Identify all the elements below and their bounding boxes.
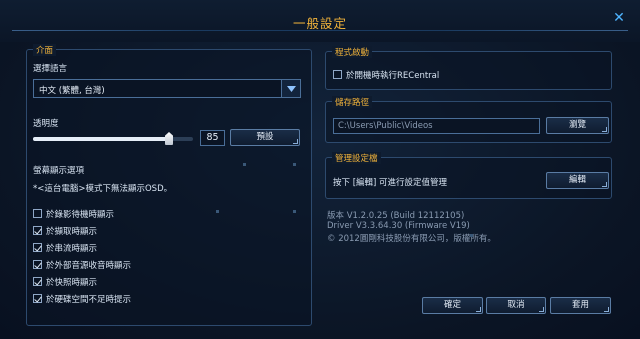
decorative-dot xyxy=(243,163,246,166)
decorative-dot xyxy=(470,234,473,237)
language-select-value: 中文 (繁體, 台灣) xyxy=(39,86,105,96)
transparency-label: 透明度 xyxy=(33,119,59,129)
version-text: 版本 V1.2.0.25 (Build 12112105) xyxy=(327,211,465,221)
osd-note: *<這台電腦>模式下無法顯示OSD。 xyxy=(33,184,173,194)
osd-option-checkbox[interactable] xyxy=(33,277,42,286)
window-title: 一般設定 xyxy=(292,16,347,31)
decorative-dot xyxy=(216,210,219,213)
cancel-button[interactable]: 取消 xyxy=(486,297,546,314)
ok-button[interactable]: 確定 xyxy=(422,297,483,314)
language-label: 選擇語言 xyxy=(33,64,68,74)
osd-option-checkbox[interactable] xyxy=(33,260,42,269)
language-select[interactable]: 中文 (繁體, 台灣) xyxy=(33,79,301,98)
decorative-dot xyxy=(293,210,296,213)
close-icon[interactable]: ✕ xyxy=(612,11,626,25)
edit-button[interactable]: 編輯 xyxy=(546,172,609,189)
osd-option-checkbox[interactable] xyxy=(33,294,42,303)
transparency-value-field[interactable]: 85 xyxy=(200,130,225,146)
chevron-down-icon[interactable] xyxy=(281,80,300,97)
storage-path-field[interactable]: C:\Users\Public\Videos xyxy=(333,118,540,134)
decorative-dot xyxy=(293,163,296,166)
osd-option-checkbox[interactable] xyxy=(33,209,42,218)
run-on-boot-label: 於開機時執行RECentral xyxy=(346,71,440,81)
osd-options-label: 螢幕顯示選項 xyxy=(33,166,85,176)
driver-text: Driver V3.3.64.30 (Firmware V19) xyxy=(327,221,470,231)
browse-button[interactable]: 瀏覽 xyxy=(546,117,609,134)
profiles-section-title: 管理設定檔 xyxy=(332,152,381,164)
osd-option-label: 於擷取時顯示 xyxy=(46,227,98,237)
osd-option-label: 於硬碟空間不足時提示 xyxy=(46,295,132,305)
run-on-boot-checkbox[interactable] xyxy=(333,70,342,79)
osd-option-label: 於串流時顯示 xyxy=(46,244,98,254)
storage-section-title: 儲存路徑 xyxy=(332,96,373,108)
profiles-hint: 按下 [編輯] 可進行設定值管理 xyxy=(333,178,448,188)
osd-option-checkbox[interactable] xyxy=(33,226,42,235)
osd-option-label: 於快照時顯示 xyxy=(46,278,98,288)
title-bar: 一般設定 ✕ xyxy=(0,0,640,42)
startup-section-title: 程式啟動 xyxy=(332,46,373,58)
osd-option-checkbox[interactable] xyxy=(33,243,42,252)
transparency-slider-fill xyxy=(33,137,169,141)
interface-section-title: 介面 xyxy=(33,44,57,56)
apply-button[interactable]: 套用 xyxy=(550,297,611,314)
osd-option-label: 於外部音源收音時顯示 xyxy=(46,261,132,271)
osd-option-label: 於錄影待機時顯示 xyxy=(46,210,115,220)
transparency-slider[interactable] xyxy=(33,132,193,145)
default-button[interactable]: 預設 xyxy=(230,129,300,146)
